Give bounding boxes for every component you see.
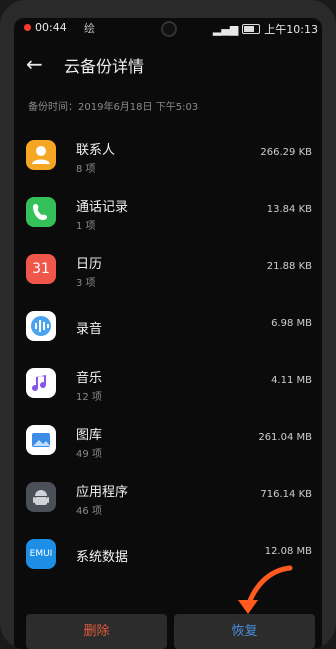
item-count: 1 项 [76,221,96,232]
front-camera [161,21,177,37]
status-right: ▂▄▆ 上午10:13 [213,21,318,37]
calendar-icon: 31 [26,254,56,284]
status-notification-text: 绘 [84,22,95,35]
item-size: 261.04 MB [258,432,312,443]
screen: 00:44 绘 ▂▄▆ 上午10:13 ← 云备份详情 备份时间：2019年6月… [14,18,322,649]
item-name: 应用程序 [76,485,129,500]
item-size: 4.11 MB [271,375,312,386]
list-item-music[interactable]: 音乐 12 项 4.11 MB [14,356,322,413]
item-name: 音乐 [76,371,103,386]
item-size: 12.08 MB [264,546,312,557]
back-arrow-icon[interactable]: ← [26,52,50,76]
signal-icon: ▂▄▆ [212,22,239,36]
item-count: 49 项 [76,449,102,460]
status-time-right: 上午10:13 [264,23,318,36]
item-count: 3 项 [76,278,96,289]
list-item-apps[interactable]: 应用程序 46 项 716.14 KB [14,470,322,527]
app-bar: ← 云备份详情 [14,46,322,86]
status-left: 00:44 [24,21,67,34]
delete-button[interactable]: 删除 [26,614,167,649]
item-count: 8 项 [76,164,96,175]
item-size: 266.29 KB [260,147,312,158]
item-count: 46 项 [76,506,102,517]
status-bar: 00:44 绘 ▂▄▆ 上午10:13 [14,18,322,40]
list-item-recordings[interactable]: 录音 6.98 MB [14,299,322,356]
list-item-gallery[interactable]: 图库 49 项 261.04 MB [14,413,322,470]
backup-item-list: 联系人 8 项 266.29 KB 通话记录 1 项 13.84 KB 31 日… [14,128,322,584]
status-time-left: 00:44 [35,21,67,34]
gallery-icon [26,425,56,455]
backup-time: 备份时间：2019年6月18日 下午5:03 [28,102,199,113]
contacts-icon [26,140,56,170]
android-icon [26,482,56,512]
item-name: 联系人 [76,143,116,158]
emui-icon: EMUI [26,539,56,569]
phone-frame: 00:44 绘 ▂▄▆ 上午10:13 ← 云备份详情 备份时间：2019年6月… [0,0,336,649]
item-name: 日历 [76,257,103,272]
item-name: 通话记录 [76,200,129,215]
item-size: 716.14 KB [260,489,312,500]
item-name: 图库 [76,428,103,443]
list-item-calendar[interactable]: 31 日历 3 项 21.88 KB [14,242,322,299]
item-name: 系统数据 [76,550,129,565]
recording-indicator-icon [24,24,31,31]
recorder-icon [26,311,56,341]
item-count: 12 项 [76,392,102,403]
item-size: 6.98 MB [271,318,312,329]
list-item-contacts[interactable]: 联系人 8 项 266.29 KB [14,128,322,185]
music-icon [26,368,56,398]
phone-icon [26,197,56,227]
page-title: 云备份详情 [64,57,145,76]
battery-icon [242,24,261,34]
item-size: 21.88 KB [266,261,312,272]
item-size: 13.84 KB [266,204,312,215]
item-name: 录音 [76,322,103,337]
annotation-arrow-icon [238,565,293,614]
list-item-call-log[interactable]: 通话记录 1 项 13.84 KB [14,185,322,242]
